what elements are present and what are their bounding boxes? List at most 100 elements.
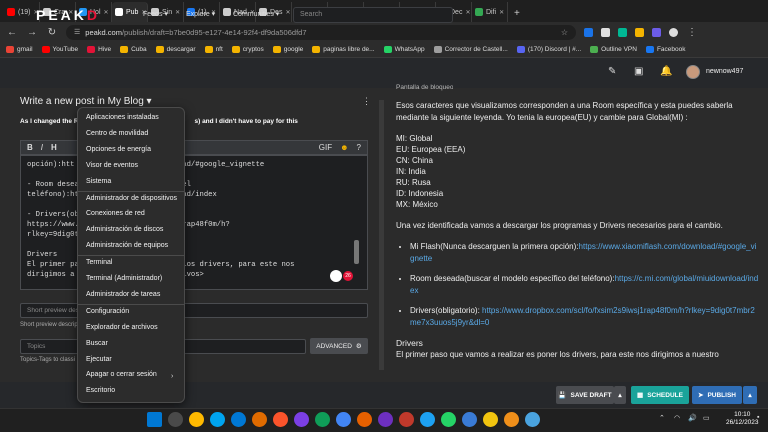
taskbar-app-icon[interactable] [294, 412, 309, 427]
bookmark-item[interactable]: Facebook [645, 46, 686, 53]
bold-button[interactable]: B [27, 143, 33, 152]
gif-button[interactable]: GIF [319, 143, 332, 152]
close-tab-icon[interactable]: ✕ [285, 9, 290, 16]
schedule-button[interactable]: ▦ SCHEDULE [631, 386, 689, 404]
browser-menu-icon[interactable]: ⋮ [686, 27, 698, 38]
new-tab-icon[interactable]: + [514, 8, 520, 19]
taskbar-app-icon[interactable] [483, 412, 498, 427]
browser-tab[interactable]: Difi ✕ [472, 2, 508, 22]
heading-button[interactable]: H [51, 143, 57, 152]
wallet-icon[interactable]: ▣ [634, 66, 643, 77]
nav-communities[interactable]: Communities ▾ [233, 10, 279, 18]
publish-options-icon[interactable]: ▴ [743, 386, 757, 404]
username[interactable]: newnow497 [706, 68, 743, 75]
profile-icon[interactable] [669, 27, 678, 37]
bookmark-item[interactable]: WhatsApp [383, 46, 425, 53]
context-menu-item[interactable]: Terminal (Administrador) [86, 275, 162, 282]
taskbar-app-icon[interactable] [399, 412, 414, 427]
draft-options-icon[interactable]: ▴ [614, 386, 626, 404]
taskbar-app-icon[interactable] [336, 412, 351, 427]
taskbar-app-icon[interactable] [462, 412, 477, 427]
context-menu-item[interactable]: Administrador de tareas [86, 291, 160, 298]
bookmark-item[interactable]: Cuba [120, 46, 147, 53]
context-menu-item[interactable]: Sistema [86, 178, 111, 185]
italic-button[interactable]: I [41, 143, 43, 152]
volume-icon[interactable]: 🔊 [688, 414, 697, 422]
nav-explore[interactable]: Explore ▾ [186, 10, 215, 18]
taskbar-app-icon[interactable] [357, 412, 372, 427]
bookmark-item[interactable]: Hive [87, 46, 111, 53]
chevron-up-icon[interactable]: ⌃ [659, 414, 665, 422]
publish-button[interactable]: ➤ PUBLISH [692, 386, 742, 404]
forward-icon[interactable]: → [26, 27, 38, 38]
bookmark-item[interactable]: Corrector de Castell... [433, 46, 508, 53]
bookmark-star-icon[interactable]: ☆ [561, 28, 568, 37]
taskbar-app-icon[interactable] [378, 412, 393, 427]
peakd-logo[interactable]: PEAKD [36, 7, 100, 23]
markdown-editor[interactable]: opción):htt download/#google_vignette - … [20, 155, 368, 290]
bookmark-item[interactable]: Outline VPN [590, 46, 637, 53]
taskbar-app-icon[interactable] [315, 412, 330, 427]
context-menu-item[interactable]: Explorador de archivos [86, 324, 158, 331]
taskbar-app-icon[interactable] [420, 412, 435, 427]
bell-icon[interactable]: 🔔 [660, 66, 672, 77]
context-menu-item[interactable]: Administrador de dispositivos [86, 195, 177, 202]
bookmark-item[interactable]: gmail [6, 46, 33, 53]
close-tab-icon[interactable]: ✕ [465, 9, 470, 16]
extension-icon[interactable] [652, 27, 661, 37]
grammar-check-icon[interactable] [330, 270, 342, 282]
extension-icon[interactable] [635, 27, 644, 37]
context-menu-item[interactable]: Terminal [86, 259, 112, 266]
context-menu-item[interactable]: Aplicaciones instaladas [86, 114, 159, 121]
taskbar-app-icon[interactable] [504, 412, 519, 427]
taskbar-app-icon[interactable] [273, 412, 288, 427]
save-draft-button[interactable]: 💾 SAVE DRAFT [556, 386, 614, 404]
avatar[interactable] [686, 65, 700, 79]
context-menu-item[interactable]: Opciones de energía [86, 146, 151, 153]
taskbar-app-icon[interactable] [189, 412, 204, 427]
taskbar-app-icon[interactable] [168, 412, 183, 427]
context-menu-item[interactable]: Apagar o cerrar sesión [86, 371, 157, 378]
context-menu-item[interactable]: Ejecutar [86, 356, 112, 363]
reload-icon[interactable]: ↻ [46, 27, 58, 38]
bookmark-item[interactable]: (170) Discord | #... [516, 46, 581, 53]
taskbar-app-icon[interactable] [210, 412, 225, 427]
context-menu-item[interactable]: Centro de movilidad [86, 130, 148, 137]
nav-feeds[interactable]: Feeds ▾ [143, 10, 168, 18]
battery-icon[interactable]: ▭ [703, 414, 710, 422]
back-icon[interactable]: ← [6, 27, 18, 38]
context-menu-item[interactable]: Administración de discos [86, 226, 163, 233]
pencil-icon[interactable]: ✎ [608, 66, 616, 77]
page-scrollbar[interactable] [379, 100, 384, 370]
site-info-icon[interactable]: ☰ [74, 28, 80, 36]
bookmark-item[interactable]: YouTube [41, 46, 78, 53]
editor-scrollbar[interactable] [354, 240, 359, 264]
context-menu-item[interactable]: Configuración [86, 308, 129, 315]
context-menu-item[interactable]: Conexiones de red [86, 210, 145, 217]
context-menu-item[interactable]: Escritorio [86, 387, 115, 394]
close-tab-icon[interactable]: ✕ [499, 9, 504, 16]
wifi-icon[interactable]: ◠ [674, 414, 680, 422]
editor-title[interactable]: Write a new post in My Blog ▾ [20, 96, 152, 107]
search-input[interactable]: Search [293, 7, 453, 23]
bookmark-item[interactable]: google [272, 46, 303, 53]
bookmark-item[interactable]: paginas libre de... [312, 46, 375, 53]
taskbar-app-icon[interactable] [441, 412, 456, 427]
taskbar-app-icon[interactable] [231, 412, 246, 427]
address-bar[interactable]: ☰ peakd.com/publish/draft=b7be0d95-e127-… [66, 24, 576, 40]
help-icon[interactable]: ? [357, 143, 361, 152]
context-menu-item[interactable]: Buscar [86, 340, 108, 347]
bookmark-item[interactable]: nft [204, 46, 223, 53]
notification-icon[interactable]: ▪ [757, 414, 759, 421]
start-icon[interactable] [147, 412, 162, 427]
browser-tab[interactable]: (19) ✕ [4, 2, 40, 22]
clock[interactable]: 10:10 26/12/2023 [726, 411, 759, 427]
extension-icon[interactable] [584, 27, 593, 37]
editor-options-icon[interactable]: ⋮ [362, 96, 371, 107]
bookmark-item[interactable]: descargar [155, 46, 196, 53]
taskbar-app-icon[interactable] [525, 412, 540, 427]
context-menu-item[interactable]: Administración de equipos [86, 242, 168, 249]
taskbar-app-icon[interactable] [252, 412, 267, 427]
close-tab-icon[interactable]: ✕ [175, 9, 180, 16]
close-tab-icon[interactable]: ✕ [104, 9, 109, 16]
